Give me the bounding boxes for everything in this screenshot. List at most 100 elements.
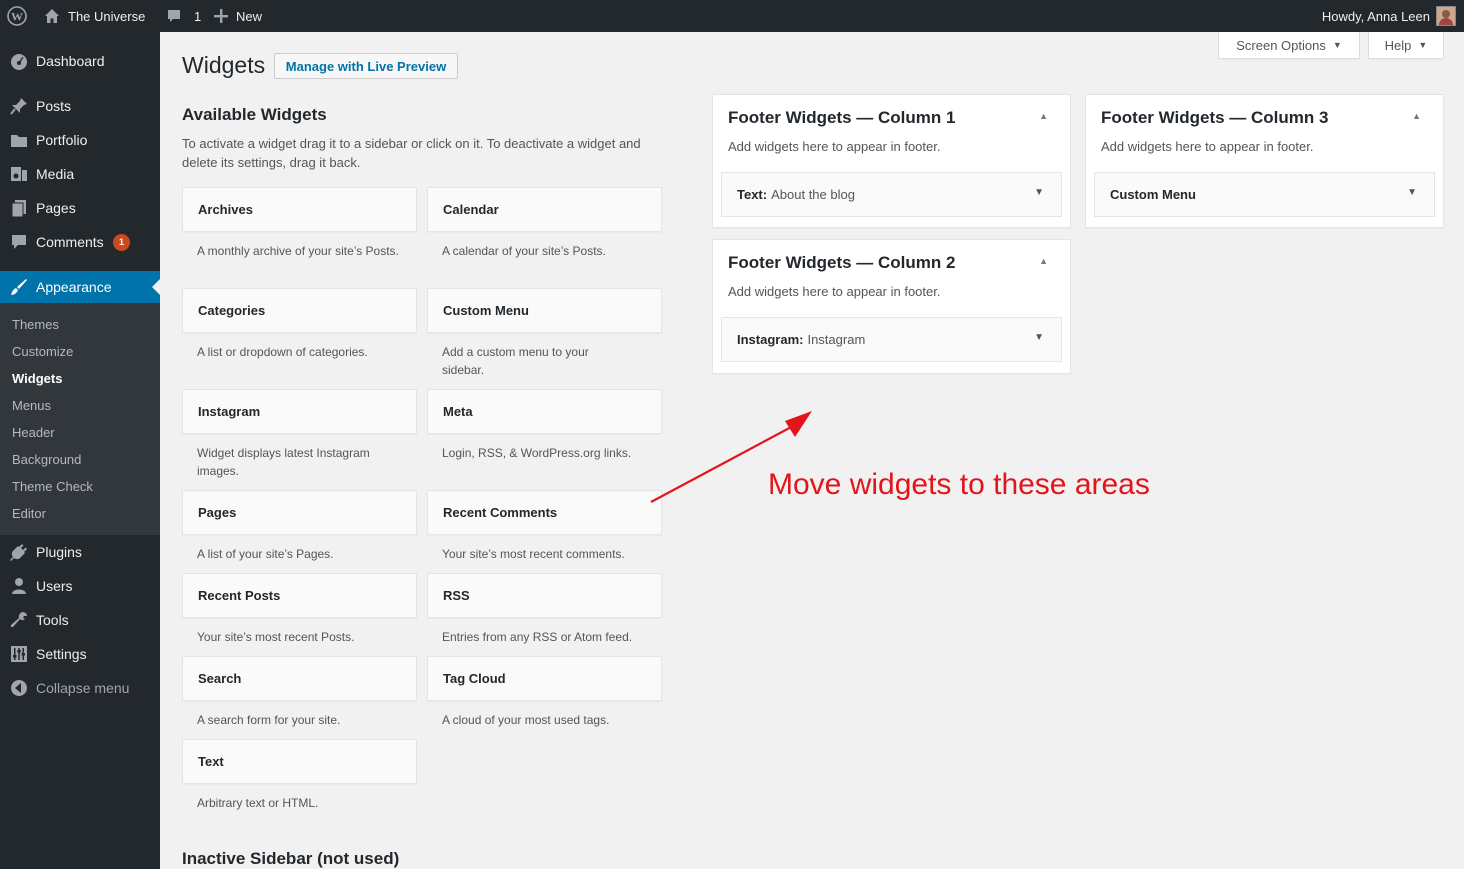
widget-pages[interactable]: Pages: [182, 490, 417, 535]
submenu-background[interactable]: Background: [12, 452, 81, 467]
dashboard-icon: [9, 51, 29, 71]
menu-label: Collapse menu: [36, 680, 130, 696]
widget-type: Instagram:: [737, 332, 804, 347]
widget-custom-menu[interactable]: Custom Menu: [427, 288, 662, 333]
menu-label: Media: [36, 166, 75, 182]
widget-description: Login, RSS, & WordPress.org links.: [442, 446, 632, 460]
media-icon: [9, 164, 29, 184]
submenu-widgets[interactable]: Widgets: [12, 371, 62, 386]
menu-label: Appearance: [36, 279, 112, 295]
menu-users[interactable]: Users: [0, 569, 160, 603]
comments-badge: 1: [113, 233, 130, 251]
appearance-submenu: Themes Customize Widgets Menus Header Ba…: [0, 303, 160, 535]
widget-tag-cloud[interactable]: Tag Cloud: [427, 656, 662, 701]
admin-menu: Dashboard Posts Portfolio Media Pages Co…: [0, 32, 160, 869]
expand-down-icon[interactable]: ▼: [1034, 187, 1044, 198]
submenu-theme-check[interactable]: Theme Check: [12, 479, 93, 494]
widget-instagram[interactable]: Instagram: [182, 389, 417, 434]
plug-icon: [9, 542, 29, 562]
page-icon: [9, 198, 29, 218]
menu-dashboard[interactable]: Dashboard: [0, 44, 160, 78]
caret-down-icon: ▼: [1418, 40, 1428, 50]
widget-calendar[interactable]: Calendar: [427, 187, 662, 232]
area-widget-text[interactable]: Text: About the blog ▼: [721, 172, 1062, 217]
submenu-customize[interactable]: Customize: [12, 344, 73, 359]
comments-count: 1: [194, 8, 202, 24]
menu-label: Comments: [36, 234, 104, 250]
new-label: New: [236, 8, 263, 24]
comment-bubble-icon: [166, 8, 182, 24]
wordpress-logo-icon[interactable]: W: [7, 0, 27, 32]
widget-type: Custom Menu: [1110, 187, 1196, 202]
submenu-header[interactable]: Header: [12, 425, 55, 440]
widget-name: Instagram: [807, 332, 866, 347]
submenu-menus[interactable]: Menus: [12, 398, 51, 413]
widget-recent-comments[interactable]: Recent Comments: [427, 490, 662, 535]
menu-tools[interactable]: Tools: [0, 603, 160, 637]
menu-posts[interactable]: Posts: [0, 89, 160, 123]
plus-icon: [214, 9, 228, 23]
screen-options-button[interactable]: Screen Options ▼: [1218, 32, 1360, 59]
widget-description: Your site’s most recent Posts.: [197, 630, 355, 644]
menu-label: Pages: [36, 200, 76, 216]
help-button[interactable]: Help ▼: [1368, 32, 1444, 59]
comments-link[interactable]: 1: [166, 0, 201, 32]
manage-live-preview-button[interactable]: Manage with Live Preview: [274, 53, 458, 79]
avatar: [1436, 6, 1456, 26]
widget-description: A monthly archive of your site’s Posts.: [197, 244, 399, 258]
footer-column-3-area[interactable]: Footer Widgets — Column 3 ▲ Add widgets …: [1085, 94, 1444, 228]
area-title: Footer Widgets — Column 1: [728, 108, 956, 127]
area-widget-instagram[interactable]: Instagram: Instagram ▼: [721, 317, 1062, 362]
widget-recent-posts[interactable]: Recent Posts: [182, 573, 417, 618]
widget-search[interactable]: Search: [182, 656, 417, 701]
settings-icon: [9, 644, 29, 664]
expand-down-icon[interactable]: ▼: [1034, 332, 1044, 343]
svg-text:W: W: [11, 10, 23, 24]
submenu-themes[interactable]: Themes: [12, 317, 59, 332]
area-description: Add widgets here to appear in footer.: [728, 139, 941, 154]
menu-comments[interactable]: Comments 1: [0, 225, 160, 259]
widget-description: Add a custom menu to your sidebar.: [442, 345, 589, 377]
menu-plugins[interactable]: Plugins: [0, 535, 160, 569]
collapse-up-icon[interactable]: ▲: [1039, 256, 1048, 266]
widget-type: Text:: [737, 187, 768, 202]
menu-pages[interactable]: Pages: [0, 191, 160, 225]
footer-column-1-area[interactable]: Footer Widgets — Column 1 ▲ Add widgets …: [712, 94, 1071, 228]
new-content-link[interactable]: New: [214, 0, 262, 32]
area-widget-custom-menu[interactable]: Custom Menu ▼: [1094, 172, 1435, 217]
collapse-up-icon[interactable]: ▲: [1039, 111, 1048, 121]
menu-appearance[interactable]: Appearance: [0, 271, 160, 303]
menu-label: Tools: [36, 612, 69, 628]
admin-bar: W The Universe 1 New Howdy, Anna Leen: [0, 0, 1464, 32]
widget-text[interactable]: Text: [182, 739, 417, 784]
brush-icon: [9, 277, 29, 297]
menu-label: Settings: [36, 646, 87, 662]
widget-description: A list or dropdown of categories.: [197, 345, 368, 359]
menu-media[interactable]: Media: [0, 157, 160, 191]
widget-description: Widget displays latest Instagram images.: [197, 446, 370, 478]
wrench-icon: [9, 610, 29, 630]
menu-label: Plugins: [36, 544, 82, 560]
widget-archives[interactable]: Archives: [182, 187, 417, 232]
menu-settings[interactable]: Settings: [0, 637, 160, 671]
widget-categories[interactable]: Categories: [182, 288, 417, 333]
widget-description: Entries from any RSS or Atom feed.: [442, 630, 633, 644]
menu-portfolio[interactable]: Portfolio: [0, 123, 160, 157]
collapse-icon: [9, 678, 29, 698]
caret-down-icon: ▼: [1332, 40, 1342, 50]
widget-meta[interactable]: Meta: [427, 389, 662, 434]
widget-description: Arbitrary text or HTML.: [197, 796, 319, 810]
account-menu[interactable]: Howdy, Anna Leen: [1322, 0, 1456, 32]
site-home-link[interactable]: The Universe: [44, 0, 145, 32]
collapse-menu-button[interactable]: Collapse menu: [0, 671, 160, 705]
available-widgets-description: To activate a widget drag it to a sideba…: [182, 136, 641, 170]
widget-description: A cloud of your most used tags.: [442, 713, 610, 727]
widget-rss[interactable]: RSS: [427, 573, 662, 618]
footer-column-2-area[interactable]: Footer Widgets — Column 2 ▲ Add widgets …: [712, 239, 1071, 374]
widget-description: A calendar of your site’s Posts.: [442, 244, 606, 258]
collapse-up-icon[interactable]: ▲: [1412, 111, 1421, 121]
howdy-text: Howdy, Anna Leen: [1321, 8, 1430, 24]
area-description: Add widgets here to appear in footer.: [1101, 139, 1314, 154]
expand-down-icon[interactable]: ▼: [1407, 187, 1417, 198]
submenu-editor[interactable]: Editor: [12, 506, 46, 521]
